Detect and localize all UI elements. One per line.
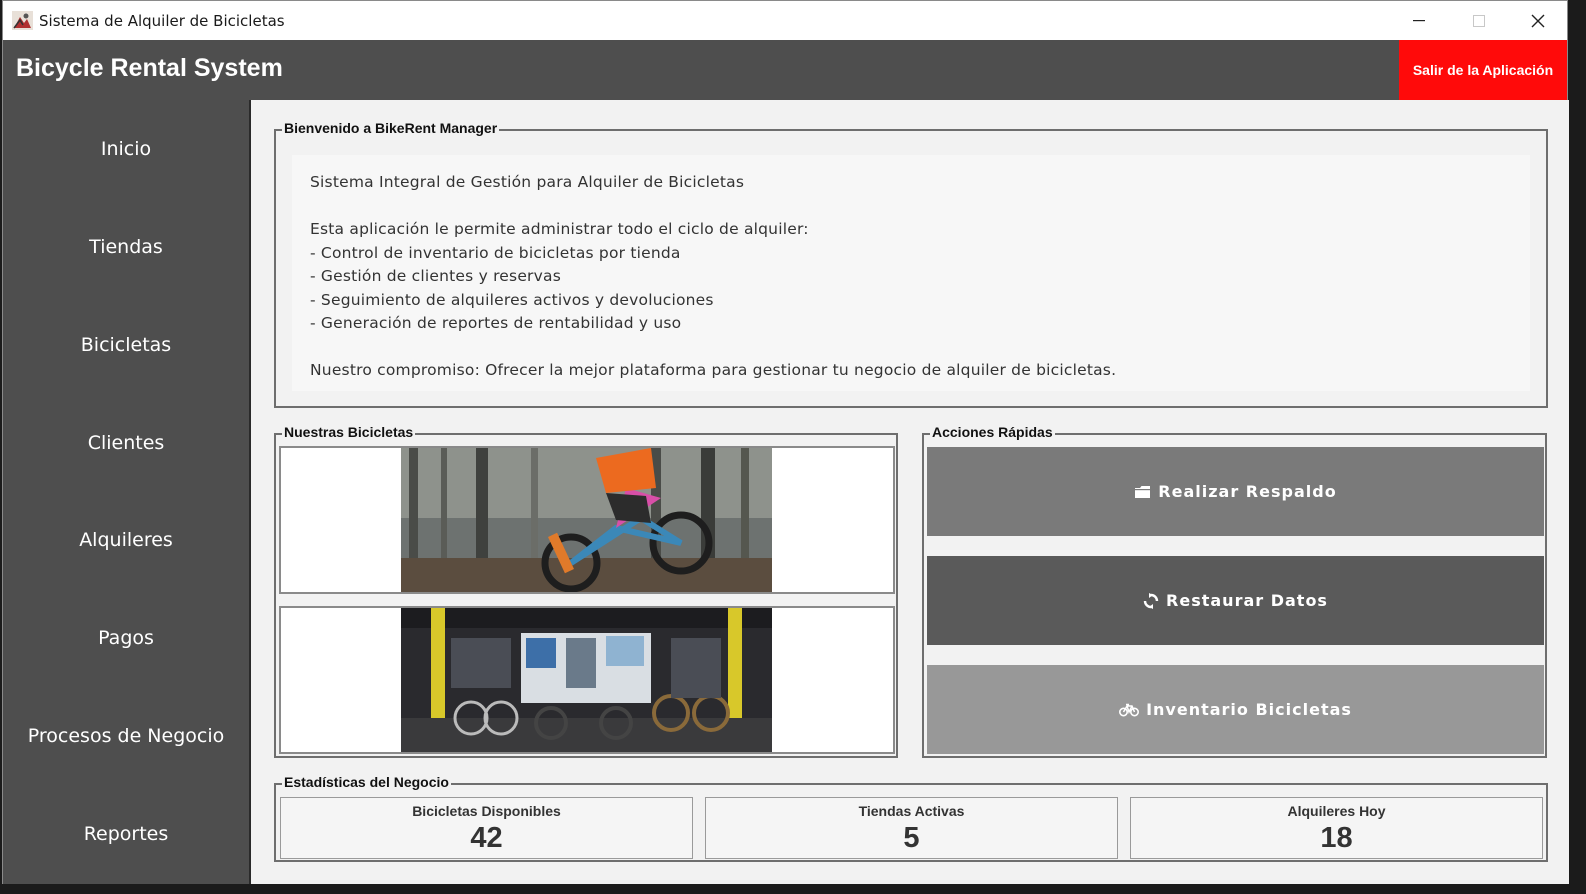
welcome-panel: Bienvenido a BikeRent Manager Sistema In… [274, 120, 1548, 408]
restore-button[interactable]: Restaurar Datos [927, 556, 1544, 645]
mountain-bike-jump-photo [401, 448, 772, 592]
folder-icon [1135, 485, 1151, 498]
welcome-bullet: - Control de inventario de bicicletas po… [310, 243, 681, 262]
inventory-button-label: Inventario Bicicletas [1146, 700, 1352, 719]
main-content: Bienvenido a BikeRent Manager Sistema In… [251, 100, 1569, 885]
quick-actions-panel: Acciones Rápidas Realizar Respaldo Resta… [922, 424, 1547, 758]
welcome-commitment: Nuestro compromiso: Ofrecer la mejor pla… [310, 361, 1117, 379]
bike-image-frame [279, 446, 895, 594]
maximize-button[interactable] [1450, 1, 1508, 40]
welcome-heading: Sistema Integral de Gestión para Alquile… [310, 173, 745, 191]
bikes-legend: Nuestras Bicicletas [282, 424, 416, 440]
actions-legend: Acciones Rápidas [930, 424, 1055, 440]
sidebar-item-pagos[interactable]: Pagos [3, 608, 249, 668]
welcome-legend: Bienvenido a BikeRent Manager [282, 120, 500, 136]
welcome-bullet: - Seguimiento de alquileres activos y de… [310, 290, 714, 309]
stat-value: 5 [903, 822, 920, 854]
stat-card-stores: Tiendas Activas 5 [705, 797, 1118, 859]
shop-image-frame [279, 606, 895, 754]
sidebar-item-clientes[interactable]: Clientes [3, 413, 249, 473]
sidebar-item-procesos[interactable]: Procesos de Negocio [3, 706, 249, 766]
stats-legend: Estadísticas del Negocio [282, 774, 451, 790]
backup-button[interactable]: Realizar Respaldo [927, 447, 1544, 536]
app-window: Sistema de Alquiler de Bicicletas Bicycl… [2, 0, 1569, 885]
bike-shop-interior-photo [401, 608, 772, 752]
sidebar-item-alquileres[interactable]: Alquileres [3, 510, 249, 570]
app-title: Bicycle Rental System [16, 54, 283, 82]
stats-panel: Estadísticas del Negocio Bicicletas Disp… [274, 774, 1548, 862]
restore-button-label: Restaurar Datos [1166, 591, 1328, 610]
exit-app-button[interactable]: Salir de la Aplicación [1399, 40, 1567, 100]
taskbar-edge [0, 884, 1586, 894]
stat-card-bicycles: Bicicletas Disponibles 42 [280, 797, 693, 859]
welcome-intro: Esta aplicación le permite administrar t… [310, 220, 809, 238]
title-bar: Sistema de Alquiler de Bicicletas [3, 1, 1567, 40]
sidebar-nav: Inicio Tiendas Bicicletas Clientes Alqui… [3, 100, 249, 885]
sidebar-item-tiendas[interactable]: Tiendas [3, 217, 249, 277]
stat-label: Alquileres Hoy [1287, 803, 1386, 819]
welcome-bullet: - Generación de reportes de rentabilidad… [310, 314, 682, 332]
sidebar-item-inicio[interactable]: Inicio [3, 119, 249, 179]
stat-card-rentals: Alquileres Hoy 18 [1130, 797, 1543, 859]
backup-button-label: Realizar Respaldo [1158, 482, 1337, 501]
maximize-icon [1473, 14, 1485, 27]
minimize-icon [1413, 19, 1425, 21]
sidebar-item-reportes[interactable]: Reportes [3, 804, 249, 864]
stat-value: 18 [1320, 822, 1353, 854]
inventory-button[interactable]: Inventario Bicicletas [927, 665, 1544, 754]
app-header: Bicycle Rental System Salir de la Aplica… [3, 40, 1567, 100]
bikes-panel: Nuestras Bicicletas [274, 424, 898, 758]
stat-value: 42 [470, 822, 503, 854]
refresh-icon [1143, 592, 1159, 609]
stat-label: Bicicletas Disponibles [412, 803, 561, 819]
stat-label: Tiendas Activas [858, 803, 965, 819]
welcome-text-area: Sistema Integral de Gestión para Alquile… [292, 155, 1530, 391]
sidebar-item-bicicletas[interactable]: Bicicletas [3, 315, 249, 375]
welcome-bullet: - Gestión de clientes y reservas [310, 267, 561, 285]
app-icon [12, 11, 33, 30]
window-title: Sistema de Alquiler de Bicicletas [39, 12, 285, 30]
minimize-button[interactable] [1390, 1, 1448, 40]
bicycle-icon [1119, 703, 1140, 716]
close-icon [1531, 14, 1545, 27]
close-window-button[interactable] [1509, 1, 1567, 40]
